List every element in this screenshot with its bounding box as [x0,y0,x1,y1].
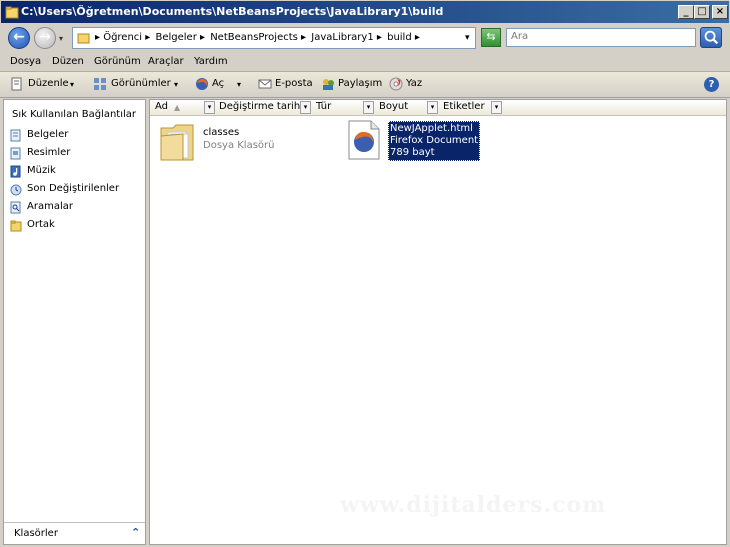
folders-toggle[interactable]: Klasörler ⌃ [4,522,145,544]
file-name: NewJApplet.html [390,123,473,134]
breadcrumb-item-netbeansprojects[interactable]: NetBeansProjects ▸ [210,32,306,43]
title-bar: C:\Users\Öğretmen\Documents\NetBeansProj… [0,0,730,24]
sidebar-item-label: Ortak [27,219,55,230]
minimize-button[interactable]: _ [678,5,694,19]
command-bar: Düzenle ▾ Görünümler ▾ Aç ▾ E-posta Payl… [0,72,730,98]
sidebar-item-muzik[interactable]: Müzik [10,164,140,180]
chevron-down-icon[interactable]: ▾ [237,80,241,89]
chevron-down-icon[interactable]: ▾ [465,33,470,43]
firefox-icon [196,78,208,90]
sidebar-item-label: Müzik [27,165,56,176]
selected-file-info[interactable]: NewJApplet.html Firefox Document 789 bay… [388,121,481,161]
sidebar-item-son-degistirilenler[interactable]: Son Değiştirilenler [10,182,140,198]
menu-duzen[interactable]: Düzen [52,56,84,67]
pictures-icon [10,147,21,160]
burn-disc-icon [389,77,403,91]
column-size[interactable]: Boyut [379,101,408,112]
breadcrumb-item-ogrenci[interactable]: ▸ Öğrenci ▸ [95,32,150,43]
menu-yardim[interactable]: Yardım [194,56,228,67]
share-button[interactable]: Paylaşım [338,78,382,89]
recent-pages-dropdown[interactable]: ▾ [59,34,67,43]
column-modified[interactable]: Değiştirme tarihi [219,101,303,112]
favorite-links-heading: Sık Kullanılan Bağlantılar [12,109,137,120]
open-button[interactable]: Aç [212,78,224,89]
column-tags[interactable]: Etiketler [443,101,485,112]
maximize-button[interactable]: □ [694,5,710,19]
recent-icon [10,184,22,196]
sidebar-item-label: Son Değiştirilenler [27,183,120,194]
breadcrumb: ▸ Öğrenci ▸ Belgeler ▸ NetBeansProjects … [95,32,422,43]
sidebar-item-label: Resimler [27,147,71,158]
help-icon[interactable]: ? [704,77,719,92]
search-icon[interactable] [700,27,722,48]
share-icon [323,79,334,90]
column-filter-button[interactable]: ▾ [300,101,311,114]
sort-ascending-icon: ▲ [174,103,181,112]
breadcrumb-item-build[interactable]: build ▸ [387,32,420,43]
chevron-down-icon[interactable]: ▾ [174,80,178,89]
public-folder-icon [10,220,22,232]
navigation-bar: ← → ▾ ▸ Öğrenci ▸ Belgeler ▸ NetBeansPro… [0,24,730,52]
sidebar-item-belgeler[interactable]: Belgeler [10,128,140,144]
menu-araclar[interactable]: Araçlar [148,56,184,67]
column-type[interactable]: Tür [316,101,331,112]
file-type: Dosya Klasörü [203,140,275,151]
address-bar[interactable]: ▸ Öğrenci ▸ Belgeler ▸ NetBeansProjects … [72,27,476,49]
sidebar-item-ortak[interactable]: Ortak [10,218,140,234]
file-name[interactable]: classes [203,127,239,138]
music-icon [10,165,21,178]
organize-icon [11,77,22,91]
column-name[interactable]: Ad [155,101,168,112]
column-filter-button[interactable]: ▾ [363,101,374,114]
email-button[interactable]: E-posta [275,78,313,89]
navigation-pane: Sık Kullanılan Bağlantılar Belgeler Resi… [3,99,146,545]
menu-gorunum[interactable]: Görünüm [94,56,141,67]
sidebar-item-resimler[interactable]: Resimler [10,146,140,162]
window-title: C:\Users\Öğretmen\Documents\NetBeansProj… [21,5,444,18]
chevron-down-icon[interactable]: ▾ [70,80,74,89]
burn-button[interactable]: Yaz [406,78,422,89]
column-filter-button[interactable]: ▾ [204,101,215,114]
menu-bar: Dosya Düzen Görünüm Araçlar Yardım [0,53,730,72]
refresh-button[interactable]: ⇆ [481,28,501,47]
search-input[interactable]: Ara [506,28,696,47]
views-button[interactable]: Görünümler [111,78,171,89]
watermark: www.dijitalders.com [340,492,607,518]
menu-dosya[interactable]: Dosya [10,56,41,67]
sidebar-item-aramalar[interactable]: Aramalar [10,200,140,216]
forward-button[interactable]: → [34,27,56,49]
folders-label: Klasörler [14,528,58,539]
breadcrumb-item-javalibrary1[interactable]: JavaLibrary1 ▸ [311,32,382,43]
email-icon [258,79,272,89]
organize-button[interactable]: Düzenle [28,78,69,89]
breadcrumb-item-belgeler[interactable]: Belgeler ▸ [155,32,205,43]
firefox-document-icon[interactable] [347,120,381,160]
column-filter-button[interactable]: ▾ [427,101,438,114]
chevron-up-icon[interactable]: ⌃ [131,526,140,539]
file-type: Firefox Document [390,135,479,146]
folder-icon[interactable] [159,120,195,162]
folder-icon [5,6,19,19]
back-button[interactable]: ← [8,27,30,49]
documents-icon [10,129,21,142]
column-header: Ad ▲ ▾ Değiştirme tarihi ▾ Tür ▾ Boyut ▾… [150,100,726,116]
sidebar-item-label: Aramalar [27,201,73,212]
views-icon [94,78,106,90]
folder-icon [77,33,90,44]
file-list: Ad ▲ ▾ Değiştirme tarihi ▾ Tür ▾ Boyut ▾… [149,99,727,545]
file-size: 789 bayt [390,147,435,158]
column-filter-button[interactable]: ▾ [491,101,502,114]
close-button[interactable]: × [712,5,728,19]
searches-icon [10,201,21,214]
sidebar-item-label: Belgeler [27,129,69,140]
